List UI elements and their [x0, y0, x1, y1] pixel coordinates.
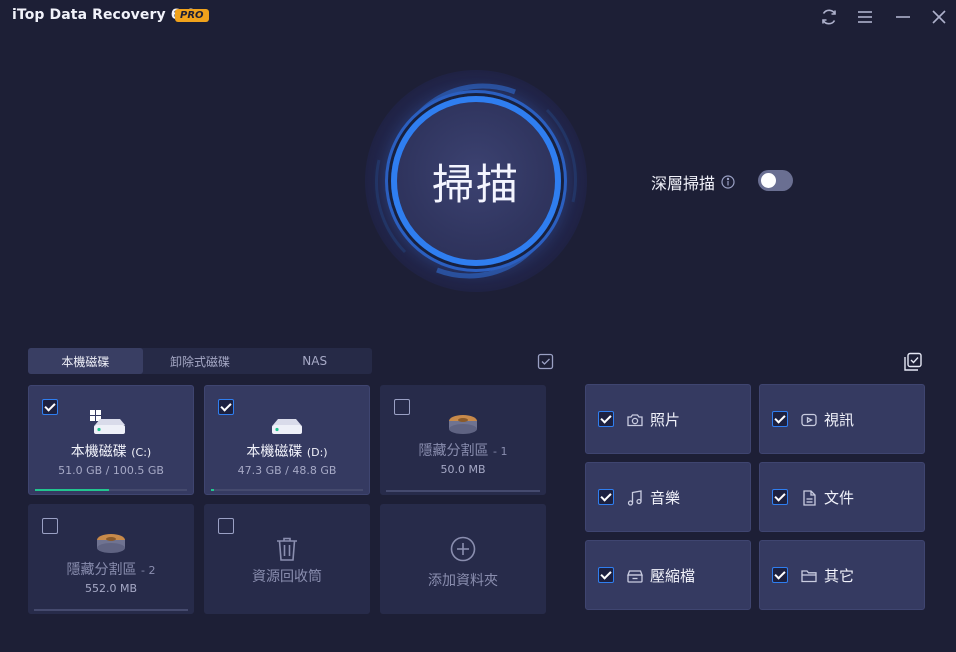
recycle-bin-checkbox[interactable]	[218, 518, 234, 534]
file-type-label: 文件	[824, 489, 855, 507]
drive-card-hidden-1[interactable]: 隱藏分割區 - 1 50.0 MB	[380, 385, 546, 495]
file-type-checkbox[interactable]	[772, 489, 788, 505]
archive-icon	[627, 570, 643, 583]
file-type-label: 照片	[650, 411, 681, 429]
recycle-bin-label: 資源回收筒	[252, 569, 322, 585]
drive-size: 50.0 MB	[440, 463, 486, 476]
file-type-video[interactable]: 視訊	[759, 384, 925, 454]
close-button[interactable]	[928, 6, 950, 28]
drive-checkbox[interactable]	[218, 399, 234, 415]
deep-scan-label: 深層掃描	[651, 174, 716, 193]
drive-card-c[interactable]: 本機磁碟 (C:) 51.0 GB / 100.5 GB	[28, 385, 194, 495]
trash-icon	[277, 537, 297, 561]
music-icon	[627, 490, 642, 506]
toggle-knob	[761, 173, 776, 188]
file-type-label: 壓縮檔	[650, 567, 696, 585]
drive-index: - 2	[140, 564, 156, 577]
drive-size: 51.0 GB / 100.5 GB	[58, 464, 164, 477]
drive-size: 552.0 MB	[84, 582, 138, 595]
location-tabs: 本機磁碟 卸除式磁碟 NAS	[28, 348, 372, 374]
file-type-label: 音樂	[650, 489, 681, 507]
minimize-button[interactable]	[892, 6, 914, 28]
menu-button[interactable]	[854, 6, 876, 28]
drive-usage-bar	[211, 489, 363, 491]
file-type-label: 其它	[824, 567, 855, 585]
local-disk-icon	[90, 410, 125, 434]
refresh-icon	[822, 9, 836, 25]
info-icon[interactable]	[721, 175, 735, 189]
file-type-archive[interactable]: 壓縮檔	[585, 540, 751, 610]
file-type-checkbox[interactable]	[598, 567, 614, 583]
close-icon	[932, 10, 946, 24]
hidden-partition-icon	[97, 534, 125, 553]
drive-name: 本機磁碟	[70, 444, 127, 460]
drive-usage-bar	[35, 489, 187, 491]
drive-index: - 1	[492, 445, 508, 458]
title-bar: iTop Data Recovery 6.0 PRO	[0, 0, 956, 34]
drive-size: 47.3 GB / 48.8 GB	[237, 464, 337, 477]
drive-letter: (C:)	[131, 446, 152, 459]
drive-name: 隱藏分割區	[66, 562, 137, 578]
scan-button-area: 掃描	[365, 70, 587, 292]
tab-local-disk[interactable]: 本機磁碟	[28, 348, 143, 374]
file-type-label: 視訊	[824, 411, 855, 429]
scan-label: 掃描	[431, 159, 520, 209]
scan-button[interactable]: 掃描	[391, 96, 561, 266]
minimize-icon	[896, 16, 910, 18]
drive-checkbox[interactable]	[42, 399, 58, 415]
refresh-button[interactable]	[818, 6, 840, 28]
file-type-music[interactable]: 音樂	[585, 462, 751, 532]
menu-icon	[858, 11, 872, 23]
drive-usage-fill	[35, 489, 110, 491]
drive-letter: (D:)	[306, 446, 328, 459]
file-type-photo[interactable]: 照片	[585, 384, 751, 454]
app-title: iTop Data Recovery 6.0	[12, 7, 196, 23]
deep-scan-toggle[interactable]	[758, 170, 793, 191]
tab-nas[interactable]: NAS	[257, 348, 372, 374]
select-all-types-icon[interactable]	[902, 351, 924, 373]
video-icon	[801, 413, 817, 427]
file-type-checkbox[interactable]	[772, 411, 788, 427]
file-type-checkbox[interactable]	[598, 411, 614, 427]
file-type-checkbox[interactable]	[598, 489, 614, 505]
camera-icon	[627, 414, 643, 427]
drive-checkbox[interactable]	[394, 399, 410, 415]
recycle-bin-card[interactable]: 資源回收筒	[204, 504, 370, 614]
local-disk-icon	[272, 419, 302, 434]
add-folder-card[interactable]: 添加資料夾	[380, 504, 546, 614]
pro-badge: PRO	[175, 9, 209, 22]
hidden-partition-icon	[449, 415, 477, 434]
drive-checkbox[interactable]	[42, 518, 58, 534]
file-type-checkbox[interactable]	[772, 567, 788, 583]
drive-usage-bar	[386, 490, 540, 492]
drive-usage-bar	[34, 609, 188, 611]
folder-icon	[801, 570, 817, 583]
add-circle-icon	[450, 536, 476, 562]
tab-removable-disk[interactable]: 卸除式磁碟	[143, 348, 258, 374]
drive-usage-fill	[211, 489, 215, 491]
add-folder-label: 添加資料夾	[428, 573, 498, 589]
deep-scan-option: 深層掃描	[651, 170, 735, 194]
select-all-drives-icon[interactable]	[537, 353, 554, 370]
drive-card-d[interactable]: 本機磁碟 (D:) 47.3 GB / 48.8 GB	[204, 385, 370, 495]
document-icon	[803, 490, 816, 506]
drive-name: 隱藏分割區	[418, 443, 489, 459]
drive-name: 本機磁碟	[246, 444, 303, 460]
file-type-document[interactable]: 文件	[759, 462, 925, 532]
drive-card-hidden-2[interactable]: 隱藏分割區 - 2 552.0 MB	[28, 504, 194, 614]
file-type-other[interactable]: 其它	[759, 540, 925, 610]
